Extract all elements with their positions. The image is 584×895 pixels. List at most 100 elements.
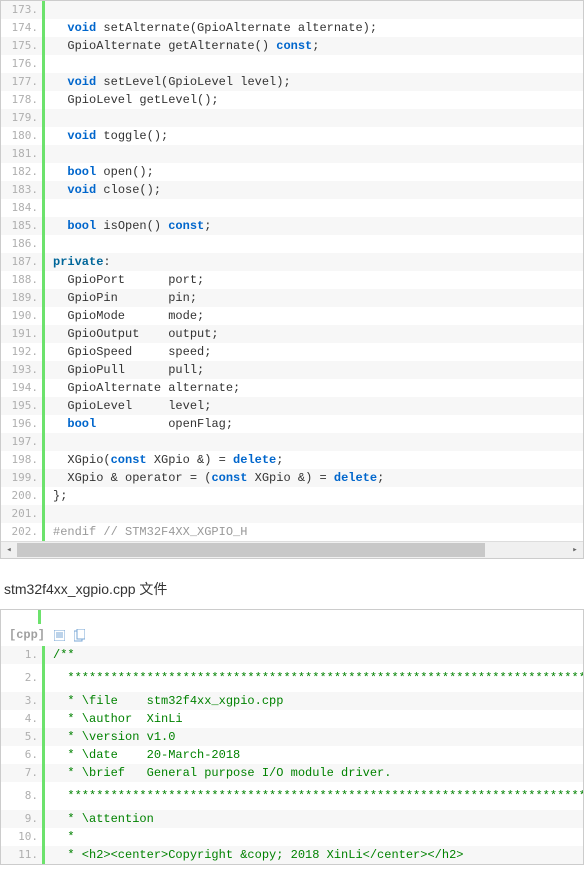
code-content[interactable]: * \author XinLi	[45, 710, 183, 728]
code-content[interactable]: /**	[45, 646, 75, 664]
code-content[interactable]: void close();	[45, 181, 161, 199]
code-content[interactable]: GpioLevel level;	[45, 397, 211, 415]
code-lines-1: 173. 174. void setAlternate(GpioAlternat…	[1, 1, 583, 541]
code-content[interactable]: GpioPort port;	[45, 271, 204, 289]
code-line: 11. * <h2><center>Copyright &copy; 2018 …	[1, 846, 583, 864]
code-line: 180. void toggle();	[1, 127, 583, 145]
scroll-right-arrow[interactable]: ▸	[567, 542, 583, 558]
code-line: 177. void setLevel(GpioLevel level);	[1, 73, 583, 91]
code-line: 173.	[1, 1, 583, 19]
code-content[interactable]: GpioAlternate alternate;	[45, 379, 240, 397]
code-content[interactable]: #endif // STM32F4XX_XGPIO_H	[45, 523, 247, 541]
line-number: 1.	[1, 646, 45, 664]
line-number: 2.	[1, 664, 45, 692]
scroll-left-arrow[interactable]: ◂	[1, 542, 17, 558]
horizontal-scrollbar[interactable]: ◂ ▸	[1, 541, 583, 558]
line-number: 193.	[1, 361, 45, 379]
code-line: 199. XGpio & operator = (const XGpio &) …	[1, 469, 583, 487]
code-content[interactable]: bool open();	[45, 163, 154, 181]
line-number: 179.	[1, 109, 45, 127]
code-line: 4. * \author XinLi	[1, 710, 583, 728]
line-number: 3.	[1, 692, 45, 710]
code-content[interactable]: * \attention	[45, 810, 154, 828]
code-line: 7. * \brief General purpose I/O module d…	[1, 764, 583, 782]
copy-icon[interactable]	[73, 629, 85, 641]
code-line: 183. void close();	[1, 181, 583, 199]
code-line: 194. GpioAlternate alternate;	[1, 379, 583, 397]
line-number: 195.	[1, 397, 45, 415]
code-content[interactable]: void toggle();	[45, 127, 168, 145]
code-content[interactable]: GpioPull pull;	[45, 361, 204, 379]
code-line: 192. GpioSpeed speed;	[1, 343, 583, 361]
line-number: 190.	[1, 307, 45, 325]
view-plain-icon[interactable]	[53, 629, 65, 641]
code-content[interactable]: };	[45, 487, 67, 505]
line-number: 10.	[1, 828, 45, 846]
line-number: 6.	[1, 746, 45, 764]
line-number: 11.	[1, 846, 45, 864]
code-line: 191. GpioOutput output;	[1, 325, 583, 343]
code-content[interactable]: bool isOpen() const;	[45, 217, 211, 235]
code-content[interactable]: * \brief General purpose I/O module driv…	[45, 764, 391, 782]
code-content[interactable]: XGpio & operator = (const XGpio &) = del…	[45, 469, 384, 487]
code-content[interactable]	[45, 433, 67, 451]
code-content[interactable]	[45, 145, 67, 163]
code-content[interactable]	[45, 1, 67, 19]
code-content[interactable]: private:	[45, 253, 111, 271]
line-number: 9.	[1, 810, 45, 828]
code-content[interactable]	[45, 199, 67, 217]
line-number: 201.	[1, 505, 45, 523]
code-content[interactable]: * <h2><center>Copyright &copy; 2018 XinL…	[45, 846, 463, 864]
code-content[interactable]: GpioMode mode;	[45, 307, 204, 325]
code-content[interactable]	[45, 235, 67, 253]
code-content[interactable]: void setLevel(GpioLevel level);	[45, 73, 291, 91]
line-number: 8.	[1, 782, 45, 810]
code-line: 181.	[1, 145, 583, 163]
code-content[interactable]: ****************************************…	[45, 782, 583, 810]
line-number: 197.	[1, 433, 45, 451]
code-content[interactable]: GpioLevel getLevel();	[45, 91, 219, 109]
code-content[interactable]: GpioOutput output;	[45, 325, 219, 343]
code-block-2: [cpp] 1./**2. **************************…	[0, 609, 584, 865]
code-content[interactable]: *	[45, 828, 75, 846]
line-number: 175.	[1, 37, 45, 55]
code-content[interactable]: GpioPin pin;	[45, 289, 197, 307]
code-content[interactable]: GpioAlternate getAlternate() const;	[45, 37, 319, 55]
line-number: 177.	[1, 73, 45, 91]
code-line: 1./**	[1, 646, 583, 664]
code-content[interactable]: * \date 20-March-2018	[45, 746, 240, 764]
code-line: 175. GpioAlternate getAlternate() const;	[1, 37, 583, 55]
code-content[interactable]	[45, 55, 67, 73]
line-number: 183.	[1, 181, 45, 199]
code-line: 8. *************************************…	[1, 782, 583, 810]
code-line: 202.#endif // STM32F4XX_XGPIO_H	[1, 523, 583, 541]
code-content[interactable]: ****************************************…	[45, 664, 583, 692]
code-content[interactable]	[45, 109, 67, 127]
code-line: 182. bool open();	[1, 163, 583, 181]
scroll-track[interactable]	[17, 542, 567, 558]
code-content[interactable]: bool openFlag;	[45, 415, 233, 433]
code-content[interactable]: * \file stm32f4xx_xgpio.cpp	[45, 692, 283, 710]
code-lines-2: 1./**2. ********************************…	[1, 646, 583, 864]
code-block-1: 173. 174. void setAlternate(GpioAlternat…	[0, 0, 584, 559]
code-line: 6. * \date 20-March-2018	[1, 746, 583, 764]
line-number: 191.	[1, 325, 45, 343]
line-number: 185.	[1, 217, 45, 235]
line-number: 180.	[1, 127, 45, 145]
line-number: 188.	[1, 271, 45, 289]
code-content[interactable]: GpioSpeed speed;	[45, 343, 211, 361]
scroll-thumb[interactable]	[17, 543, 485, 557]
code-content[interactable]	[45, 505, 67, 523]
code-content[interactable]: void setAlternate(GpioAlternate alternat…	[45, 19, 377, 37]
line-number: 198.	[1, 451, 45, 469]
code-line: 187.private:	[1, 253, 583, 271]
code-line: 193. GpioPull pull;	[1, 361, 583, 379]
code-line: 3. * \file stm32f4xx_xgpio.cpp	[1, 692, 583, 710]
line-number: 176.	[1, 55, 45, 73]
code-content[interactable]: XGpio(const XGpio &) = delete;	[45, 451, 283, 469]
section-title: stm32f4xx_xgpio.cpp 文件	[0, 559, 584, 609]
line-number: 178.	[1, 91, 45, 109]
code-line: 179.	[1, 109, 583, 127]
code-content[interactable]: * \version v1.0	[45, 728, 175, 746]
line-number: 182.	[1, 163, 45, 181]
